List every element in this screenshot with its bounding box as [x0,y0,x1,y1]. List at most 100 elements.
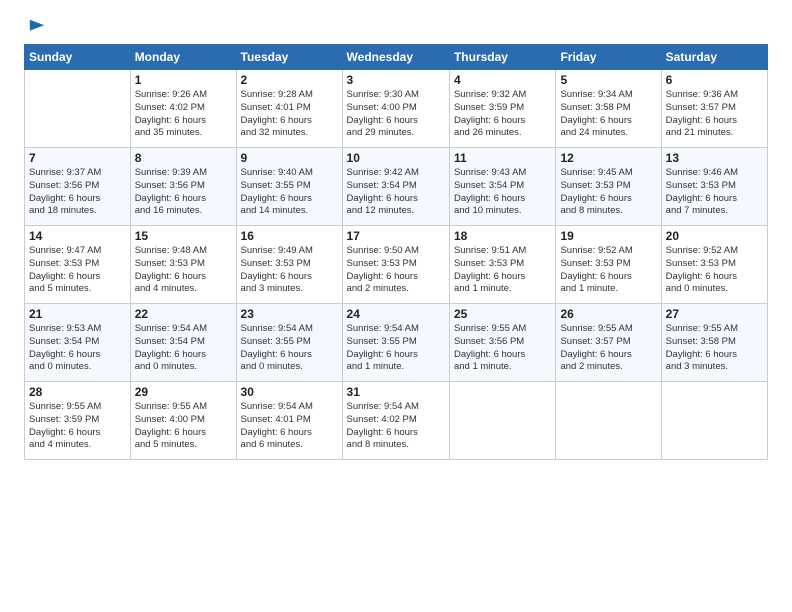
calendar-cell: 21 Sunrise: 9:53 AM Sunset: 3:54 PM Dayli… [25,304,131,382]
day-number: 25 [454,307,551,321]
calendar-cell: 14 Sunrise: 9:47 AM Sunset: 3:53 PM Dayli… [25,226,131,304]
calendar-cell: 25 Sunrise: 9:55 AM Sunset: 3:56 PM Dayli… [449,304,555,382]
calendar-cell: 24 Sunrise: 9:54 AM Sunset: 3:55 PM Dayli… [342,304,449,382]
calendar-cell: 30 Sunrise: 9:54 AM Sunset: 4:01 PM Dayli… [236,382,342,460]
calendar-cell: 31Sunrise: 9:54 AM Sunset: 4:02 PM Dayli… [342,382,449,460]
calendar-cell: 3 Sunrise: 9:30 AM Sunset: 4:00 PM Daylig… [342,70,449,148]
day-number: 6 [666,73,763,87]
calendar-cell: 27 Sunrise: 9:55 AM Sunset: 3:58 PM Dayli… [661,304,767,382]
day-number: 14 [29,229,126,243]
calendar-cell: 5 Sunrise: 9:34 AM Sunset: 3:58 PM Daylig… [556,70,661,148]
day-info: Sunrise: 9:49 AM Sunset: 3:53 PM Dayligh… [241,245,338,296]
day-number: 21 [29,307,126,321]
day-info: Sunrise: 9:47 AM Sunset: 3:53 PM Dayligh… [29,245,126,296]
day-info: Sunrise: 9:30 AM Sunset: 4:00 PM Dayligh… [347,89,445,140]
day-number: 18 [454,229,551,243]
day-info: Sunrise: 9:53 AM Sunset: 3:54 PM Dayligh… [29,323,126,374]
calendar-cell: 15 Sunrise: 9:48 AM Sunset: 3:53 PM Dayli… [130,226,236,304]
logo-flag-icon [28,18,46,36]
calendar-cell: 29Sunrise: 9:55 AM Sunset: 4:00 PM Dayli… [130,382,236,460]
calendar-cell: 2Sunrise: 9:28 AM Sunset: 4:01 PM Daylig… [236,70,342,148]
day-info: Sunrise: 9:32 AM Sunset: 3:59 PM Dayligh… [454,89,551,140]
day-number: 5 [560,73,656,87]
calendar-cell [449,382,555,460]
calendar-cell: 6 Sunrise: 9:36 AM Sunset: 3:57 PM Daylig… [661,70,767,148]
day-number: 17 [347,229,445,243]
day-number: 24 [347,307,445,321]
calendar-table: SundayMondayTuesdayWednesdayThursdayFrid… [24,44,768,460]
day-info: Sunrise: 9:55 AM Sunset: 3:59 PM Dayligh… [29,401,126,452]
calendar-cell: 1 Sunrise: 9:26 AM Sunset: 4:02 PM Daylig… [130,70,236,148]
day-info: Sunrise: 9:54 AM Sunset: 3:55 PM Dayligh… [347,323,445,374]
day-number: 16 [241,229,338,243]
day-number: 3 [347,73,445,87]
day-info: Sunrise: 9:50 AM Sunset: 3:53 PM Dayligh… [347,245,445,296]
day-info: Sunrise: 9:39 AM Sunset: 3:56 PM Dayligh… [135,167,232,218]
day-info: Sunrise: 9:55 AM Sunset: 3:58 PM Dayligh… [666,323,763,374]
day-info: Sunrise: 9:52 AM Sunset: 3:53 PM Dayligh… [560,245,656,296]
day-info: Sunrise: 9:40 AM Sunset: 3:55 PM Dayligh… [241,167,338,218]
calendar-cell: 26 Sunrise: 9:55 AM Sunset: 3:57 PM Dayli… [556,304,661,382]
day-info: Sunrise: 9:48 AM Sunset: 3:53 PM Dayligh… [135,245,232,296]
day-info: Sunrise: 9:45 AM Sunset: 3:53 PM Dayligh… [560,167,656,218]
day-info: Sunrise: 9:55 AM Sunset: 4:00 PM Dayligh… [135,401,232,452]
day-info: Sunrise: 9:46 AM Sunset: 3:53 PM Dayligh… [666,167,763,218]
calendar-cell [661,382,767,460]
day-info: Sunrise: 9:43 AM Sunset: 3:54 PM Dayligh… [454,167,551,218]
day-number: 11 [454,151,551,165]
day-number: 13 [666,151,763,165]
day-number: 1 [135,73,232,87]
calendar-week-row: 14 Sunrise: 9:47 AM Sunset: 3:53 PM Dayli… [25,226,768,304]
day-info: Sunrise: 9:42 AM Sunset: 3:54 PM Dayligh… [347,167,445,218]
logo [24,20,46,34]
day-info: Sunrise: 9:34 AM Sunset: 3:58 PM Dayligh… [560,89,656,140]
day-number: 28 [29,385,126,399]
calendar-cell [25,70,131,148]
weekday-header: Friday [556,45,661,70]
day-info: Sunrise: 9:55 AM Sunset: 3:57 PM Dayligh… [560,323,656,374]
calendar-week-row: 21 Sunrise: 9:53 AM Sunset: 3:54 PM Dayli… [25,304,768,382]
day-info: Sunrise: 9:26 AM Sunset: 4:02 PM Dayligh… [135,89,232,140]
calendar-cell: 28 Sunrise: 9:55 AM Sunset: 3:59 PM Dayli… [25,382,131,460]
day-info: Sunrise: 9:28 AM Sunset: 4:01 PM Dayligh… [241,89,338,140]
calendar-cell: 11 Sunrise: 9:43 AM Sunset: 3:54 PM Dayli… [449,148,555,226]
day-number: 22 [135,307,232,321]
weekday-header: Tuesday [236,45,342,70]
day-info: Sunrise: 9:54 AM Sunset: 4:01 PM Dayligh… [241,401,338,452]
day-number: 12 [560,151,656,165]
day-number: 27 [666,307,763,321]
day-number: 15 [135,229,232,243]
weekday-header: Saturday [661,45,767,70]
day-number: 10 [347,151,445,165]
day-number: 31 [347,385,445,399]
calendar-cell: 17 Sunrise: 9:50 AM Sunset: 3:53 PM Dayli… [342,226,449,304]
day-info: Sunrise: 9:54 AM Sunset: 3:54 PM Dayligh… [135,323,232,374]
calendar-cell: 9 Sunrise: 9:40 AM Sunset: 3:55 PM Daylig… [236,148,342,226]
calendar-cell: 7Sunrise: 9:37 AM Sunset: 3:56 PM Daylig… [25,148,131,226]
day-info: Sunrise: 9:55 AM Sunset: 3:56 PM Dayligh… [454,323,551,374]
day-number: 9 [241,151,338,165]
calendar-cell: 19Sunrise: 9:52 AM Sunset: 3:53 PM Dayli… [556,226,661,304]
day-number: 4 [454,73,551,87]
day-number: 7 [29,151,126,165]
day-number: 23 [241,307,338,321]
calendar-cell: 13 Sunrise: 9:46 AM Sunset: 3:53 PM Dayli… [661,148,767,226]
calendar-header-row: SundayMondayTuesdayWednesdayThursdayFrid… [25,45,768,70]
day-info: Sunrise: 9:51 AM Sunset: 3:53 PM Dayligh… [454,245,551,296]
day-number: 20 [666,229,763,243]
day-number: 30 [241,385,338,399]
page: SundayMondayTuesdayWednesdayThursdayFrid… [0,0,792,612]
calendar-week-row: 7Sunrise: 9:37 AM Sunset: 3:56 PM Daylig… [25,148,768,226]
day-info: Sunrise: 9:52 AM Sunset: 3:53 PM Dayligh… [666,245,763,296]
day-info: Sunrise: 9:36 AM Sunset: 3:57 PM Dayligh… [666,89,763,140]
weekday-header: Wednesday [342,45,449,70]
day-number: 8 [135,151,232,165]
weekday-header: Sunday [25,45,131,70]
day-number: 26 [560,307,656,321]
calendar-cell: 10 Sunrise: 9:42 AM Sunset: 3:54 PM Dayli… [342,148,449,226]
calendar-cell: 8 Sunrise: 9:39 AM Sunset: 3:56 PM Daylig… [130,148,236,226]
calendar-cell: 18 Sunrise: 9:51 AM Sunset: 3:53 PM Dayli… [449,226,555,304]
day-info: Sunrise: 9:54 AM Sunset: 3:55 PM Dayligh… [241,323,338,374]
calendar-cell [556,382,661,460]
calendar-week-row: 1 Sunrise: 9:26 AM Sunset: 4:02 PM Daylig… [25,70,768,148]
